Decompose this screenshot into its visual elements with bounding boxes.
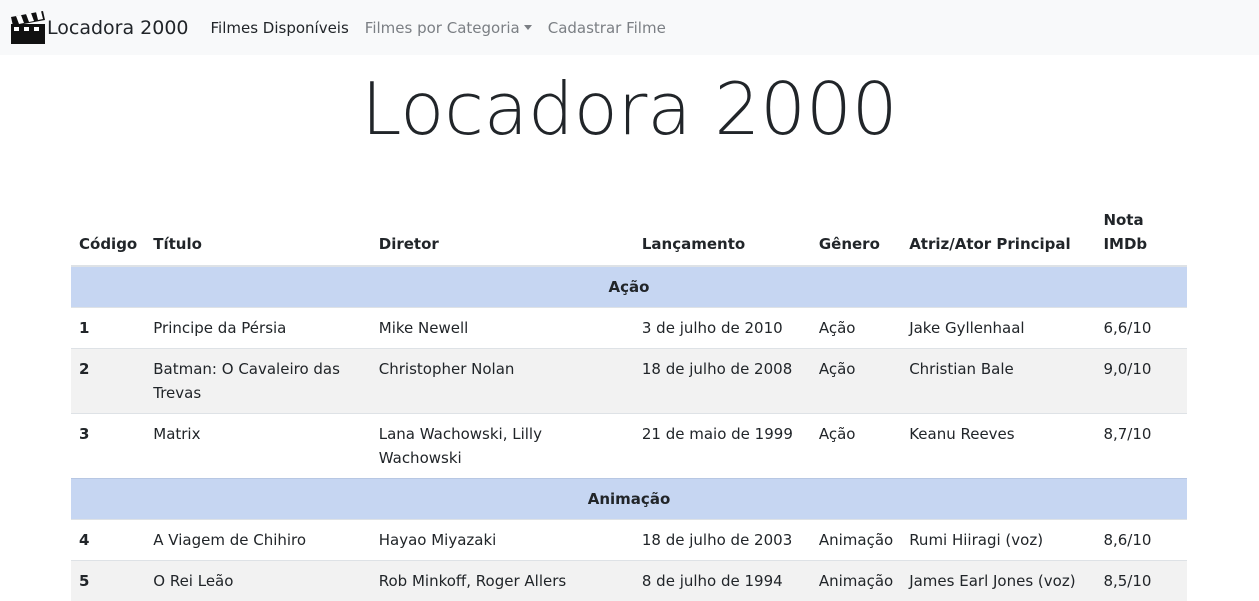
header-genero: Gênero	[811, 203, 901, 266]
cell-titulo: Batman: O Cavaleiro das Trevas	[145, 349, 371, 414]
navbar: Locadora 2000 Filmes Disponíveis Filmes …	[0, 0, 1259, 55]
cell-genero: Animação	[811, 561, 901, 601]
cell-nota: 8,7/10	[1095, 414, 1187, 479]
cell-ator: James Earl Jones (voz)	[901, 561, 1095, 601]
cell-ator: Christian Bale	[901, 349, 1095, 414]
table-row: 4 A Viagem de Chihiro Hayao Miyazaki 18 …	[71, 520, 1187, 561]
cell-codigo: 4	[71, 520, 145, 561]
cell-codigo: 3	[71, 414, 145, 479]
cell-titulo: O Rei Leão	[145, 561, 371, 601]
cell-codigo: 2	[71, 349, 145, 414]
cell-diretor: Hayao Miyazaki	[371, 520, 634, 561]
cell-diretor: Lana Wachowski, Lilly Wachowski	[371, 414, 634, 479]
cell-nota: 9,0/10	[1095, 349, 1187, 414]
cell-ator: Keanu Reeves	[901, 414, 1095, 479]
cell-genero: Ação	[811, 349, 901, 414]
header-nota: Nota IMDb	[1095, 203, 1187, 266]
cell-genero: Ação	[811, 414, 901, 479]
clapperboard-icon	[10, 11, 46, 45]
cell-nota: 6,6/10	[1095, 308, 1187, 349]
cell-lancamento: 3 de julho de 2010	[634, 308, 811, 349]
table-header-row: Código Título Diretor Lançamento Gênero …	[71, 203, 1187, 266]
movies-table-container: Código Título Diretor Lançamento Gênero …	[71, 203, 1187, 601]
cell-titulo: Principe da Pérsia	[145, 308, 371, 349]
cell-codigo: 1	[71, 308, 145, 349]
category-row: Animação	[71, 479, 1187, 520]
table-row: 3 Matrix Lana Wachowski, Lilly Wachowski…	[71, 414, 1187, 479]
brand-text: Locadora 2000	[47, 17, 189, 39]
nav-filmes-disponiveis[interactable]: Filmes Disponíveis	[211, 19, 349, 37]
nav-filmes-por-categoria-label: Filmes por Categoria	[365, 19, 520, 37]
cell-diretor: Mike Newell	[371, 308, 634, 349]
cell-diretor: Christopher Nolan	[371, 349, 634, 414]
category-label: Ação	[71, 266, 1187, 308]
cell-lancamento: 8 de julho de 1994	[634, 561, 811, 601]
cell-ator: Rumi Hiiragi (voz)	[901, 520, 1095, 561]
cell-titulo: A Viagem de Chihiro	[145, 520, 371, 561]
page-title: Locadora 2000	[0, 69, 1259, 149]
nav-cadastrar-filme[interactable]: Cadastrar Filme	[548, 19, 666, 37]
cell-codigo: 5	[71, 561, 145, 601]
nav-filmes-por-categoria[interactable]: Filmes por Categoria	[365, 19, 532, 37]
table-row: 5 O Rei Leão Rob Minkoff, Roger Allers 8…	[71, 561, 1187, 601]
header-diretor: Diretor	[371, 203, 634, 266]
cell-ator: Jake Gyllenhaal	[901, 308, 1095, 349]
header-titulo: Título	[145, 203, 371, 266]
table-row: 1 Principe da Pérsia Mike Newell 3 de ju…	[71, 308, 1187, 349]
cell-nota: 8,5/10	[1095, 561, 1187, 601]
cell-titulo: Matrix	[145, 414, 371, 479]
category-row: Ação	[71, 266, 1187, 308]
movies-table: Código Título Diretor Lançamento Gênero …	[71, 203, 1187, 601]
cell-lancamento: 18 de julho de 2008	[634, 349, 811, 414]
cell-genero: Animação	[811, 520, 901, 561]
cell-diretor: Rob Minkoff, Roger Allers	[371, 561, 634, 601]
cell-lancamento: 21 de maio de 1999	[634, 414, 811, 479]
cell-nota: 8,6/10	[1095, 520, 1187, 561]
cell-genero: Ação	[811, 308, 901, 349]
header-codigo: Código	[71, 203, 145, 266]
table-row: 2 Batman: O Cavaleiro das Trevas Christo…	[71, 349, 1187, 414]
cell-lancamento: 18 de julho de 2003	[634, 520, 811, 561]
header-ator: Atriz/Ator Principal	[901, 203, 1095, 266]
header-lancamento: Lançamento	[634, 203, 811, 266]
caret-down-icon	[524, 25, 532, 30]
brand-link[interactable]: Locadora 2000	[10, 11, 189, 45]
category-label: Animação	[71, 479, 1187, 520]
